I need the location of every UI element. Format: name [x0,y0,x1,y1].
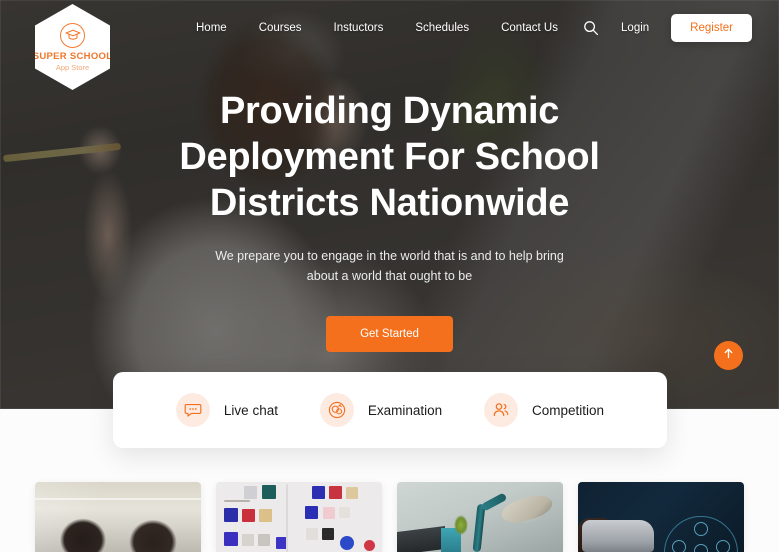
vr-technology-card[interactable] [578,482,744,552]
header-actions: Login Register [583,0,752,56]
people-icon [483,393,518,427]
hero-title-line-3: Districts Nationwide [209,182,570,224]
hero-subtitle: We prepare you to engage in the world th… [215,249,564,283]
feature-label-examination: Examination [367,402,443,418]
hero-title: Providing Dynamic Deployment For School … [0,88,779,226]
nav-item-instuctors[interactable]: Instuctors [334,22,384,34]
desk-lamp-photo [397,482,563,552]
design-swatches-photo [216,482,382,552]
search-icon[interactable] [583,20,599,36]
feature-competition[interactable]: Competition [483,393,605,427]
vr-technology-photo [578,482,744,552]
students-photo-card[interactable] [35,482,201,552]
login-link[interactable]: Login [621,22,649,34]
scroll-to-top-button[interactable] [714,341,743,370]
nav-item-contact-us[interactable]: Contact Us [501,22,558,34]
cards-strip [0,482,779,552]
design-swatches-card[interactable] [216,482,382,552]
hero-cta-wrapper: Get Started [0,316,779,352]
brand-logo-name: SUPER SCHOOL [32,50,113,62]
register-button[interactable]: Register [671,14,752,42]
features-card: Live chat Examination Competition [113,372,667,448]
get-started-button[interactable]: Get Started [326,316,453,352]
desk-lamp-photo-card[interactable] [397,482,563,552]
nav-item-home[interactable]: Home [196,22,227,34]
exam-circle-icon [319,393,354,427]
hero-title-line-2: Deployment For School [179,136,600,178]
brand-logo-subtitle: App Store [55,63,90,72]
arrow-up-icon [722,347,735,365]
nav-item-schedules[interactable]: Schedules [415,22,469,34]
hero-title-line-1: Providing Dynamic [219,90,560,132]
feature-label-competition: Competition [531,402,605,418]
feature-label-live-chat: Live chat [223,402,278,418]
students-photo [35,482,201,552]
feature-live-chat[interactable]: Live chat [175,393,278,427]
graduation-cap-icon [60,22,85,48]
hero-content: Providing Dynamic Deployment For School … [0,88,779,352]
chat-bubble-icon [175,393,210,427]
nav-item-courses[interactable]: Courses [259,22,302,34]
main-navigation: Home Courses Instuctors Schedules Contac… [196,0,558,56]
feature-examination[interactable]: Examination [319,393,443,427]
site-header: SUPER SCHOOL App Store Home Courses Inst… [0,0,779,90]
